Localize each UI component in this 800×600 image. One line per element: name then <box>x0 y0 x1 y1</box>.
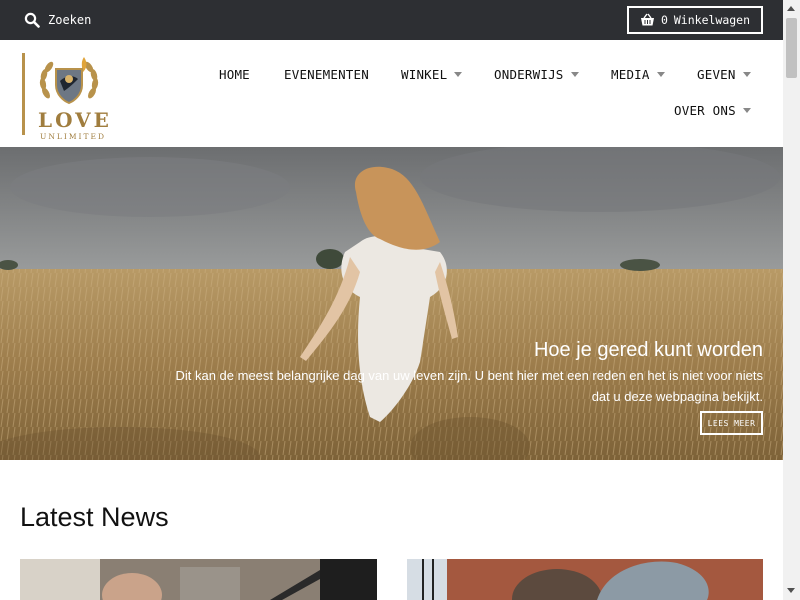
logo-subtitle: UNLIMITED <box>40 132 106 141</box>
news-card-image[interactable] <box>20 559 377 600</box>
news-photo <box>407 559 763 600</box>
nav-label: OVER ONS <box>674 102 736 118</box>
nav-item-evenementen[interactable]: EVENEMENTEN <box>284 64 369 84</box>
nav-label: MEDIA <box>611 66 650 82</box>
hero-title: Hoe je gered kunt worden <box>533 339 763 361</box>
hero-banner: Hoe je gered kunt worden Dit kan de mees… <box>0 147 783 460</box>
scroll-thumb[interactable] <box>786 18 797 78</box>
logo-bar <box>22 53 25 135</box>
cart-count: 0 <box>660 13 668 27</box>
nav-label: WINKEL <box>401 66 448 82</box>
top-bar: Zoeken 0 Winkelwagen <box>0 0 783 40</box>
caret-down-icon <box>454 71 463 77</box>
scroll-up-icon[interactable] <box>787 6 795 11</box>
cart-label: Winkelwagen <box>673 13 751 27</box>
nav-label: HOME <box>219 66 250 82</box>
read-more-button[interactable]: LEES MEER <box>700 411 763 435</box>
search-label: Zoeken <box>48 13 92 27</box>
caret-down-icon <box>570 71 579 77</box>
nav-item-winkel[interactable]: WINKEL <box>401 64 463 84</box>
logo-word: LOVE <box>38 108 112 132</box>
site-logo[interactable]: LOVE UNLIMITED <box>22 53 118 141</box>
nav-label: GEVEN <box>697 66 736 82</box>
nav-item-home[interactable]: HOME <box>219 64 250 84</box>
site-header: LOVE UNLIMITED HOME EVENEMENTEN WINKEL O… <box>0 40 783 147</box>
scroll-down-icon[interactable] <box>787 588 795 593</box>
caret-down-icon <box>742 107 751 113</box>
page-scrollbar[interactable] <box>783 0 800 600</box>
search-link[interactable]: Zoeken <box>24 11 91 29</box>
caret-down-icon <box>656 71 665 77</box>
cart-button[interactable]: 0 Winkelwagen <box>627 6 763 34</box>
nav-label: EVENEMENTEN <box>284 66 369 82</box>
search-icon <box>24 12 40 28</box>
nav-item-over-ons[interactable]: OVER ONS <box>674 100 751 120</box>
nav-item-geven[interactable]: GEVEN <box>697 64 751 84</box>
news-card-image[interactable] <box>407 559 763 600</box>
nav-label: ONDERWIJS <box>494 66 564 82</box>
news-photo <box>20 559 377 600</box>
laurel-crest-icon <box>39 57 99 105</box>
latest-news-heading: Latest News <box>20 502 169 532</box>
caret-down-icon <box>742 71 751 77</box>
hero-text: Dit kan de meest belangrijke dag van uw … <box>175 368 763 404</box>
hero-image <box>0 147 783 460</box>
nav-item-onderwijs[interactable]: ONDERWIJS <box>494 64 579 84</box>
nav-item-media[interactable]: MEDIA <box>611 64 665 84</box>
shopping-basket-icon <box>640 13 654 26</box>
